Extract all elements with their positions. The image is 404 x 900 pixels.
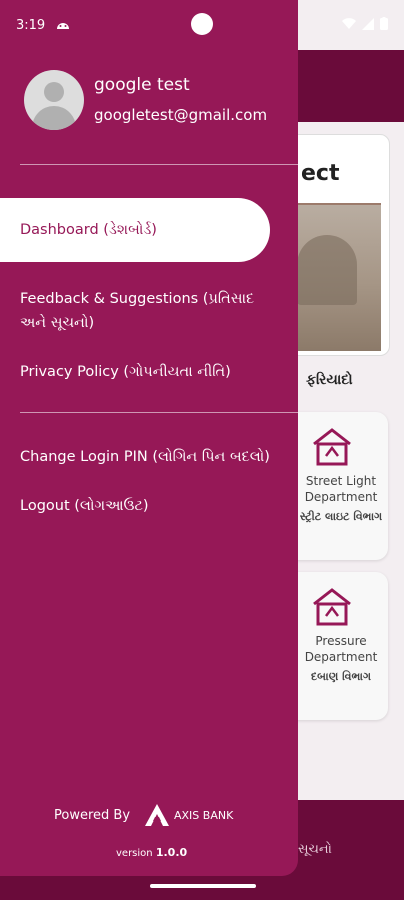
avatar-head	[44, 82, 64, 102]
screen: ect ફરિયાદો Street Light Department સ્ટ્…	[0, 0, 404, 900]
banner-title: ect	[301, 161, 340, 186]
complaints-heading: ફરિયાદો	[306, 372, 353, 388]
axis-logo-icon	[145, 804, 169, 826]
building-image	[297, 235, 357, 305]
nav-logout-label: Logout (લોગઆઉટ)	[20, 498, 149, 514]
powered-by-label: Powered By	[54, 808, 131, 823]
nav-dashboard[interactable]: Dashboard (ડેશબોર્ડ)	[0, 198, 270, 262]
nav-feedback-label-2: અને સૂચનો)	[20, 315, 95, 331]
nav-change-pin[interactable]: Change Login PIN (લોગિન પિન બદલો)	[20, 445, 270, 469]
status-time: 3:19	[16, 18, 46, 33]
home-indicator[interactable]	[150, 884, 256, 888]
wifi-icon	[342, 17, 356, 29]
divider	[20, 164, 298, 165]
nav-logout[interactable]: Logout (લોગઆઉટ)	[20, 494, 149, 518]
navigation-drawer: google test googletest@gmail.com Dashboa…	[0, 0, 298, 876]
user-email: googletest@gmail.com	[94, 106, 268, 124]
android-icon	[56, 18, 70, 30]
divider	[20, 412, 298, 413]
bank-name: AXIS BANK	[174, 808, 234, 822]
status-bar: 3:19	[0, 0, 404, 50]
version-label: version	[116, 848, 153, 859]
axis-bank-logo: AXIS BANK	[144, 803, 233, 827]
building-icon	[313, 588, 351, 626]
version-number: 1.0.0	[155, 846, 188, 859]
building-icon	[313, 428, 351, 466]
avatar-body	[32, 106, 76, 130]
nav-dashboard-label: Dashboard (ડેશબોર્ડ)	[20, 222, 157, 238]
signal-icon	[362, 17, 374, 30]
version-info: version 1.0.0	[116, 846, 187, 859]
status-icons	[342, 17, 388, 30]
nav-change-pin-label: Change Login PIN (લોગિન પિન બદલો)	[20, 449, 270, 465]
nav-privacy-policy[interactable]: Privacy Policy (ગોપનીયતા નીતિ)	[20, 360, 231, 384]
bottom-nav-label[interactable]: સૂચનો	[298, 842, 332, 857]
battery-icon	[380, 17, 388, 30]
camera-cutout	[191, 13, 213, 35]
nav-feedback[interactable]: Feedback & Suggestions (પ્રતિસાદ અને સૂચ…	[20, 287, 254, 335]
avatar	[24, 70, 84, 130]
user-name: google test	[94, 75, 190, 95]
nav-feedback-label: Feedback & Suggestions (પ્રતિસાદ	[20, 291, 255, 307]
nav-privacy-label: Privacy Policy (ગોપનીયતા નીતિ)	[20, 364, 231, 380]
